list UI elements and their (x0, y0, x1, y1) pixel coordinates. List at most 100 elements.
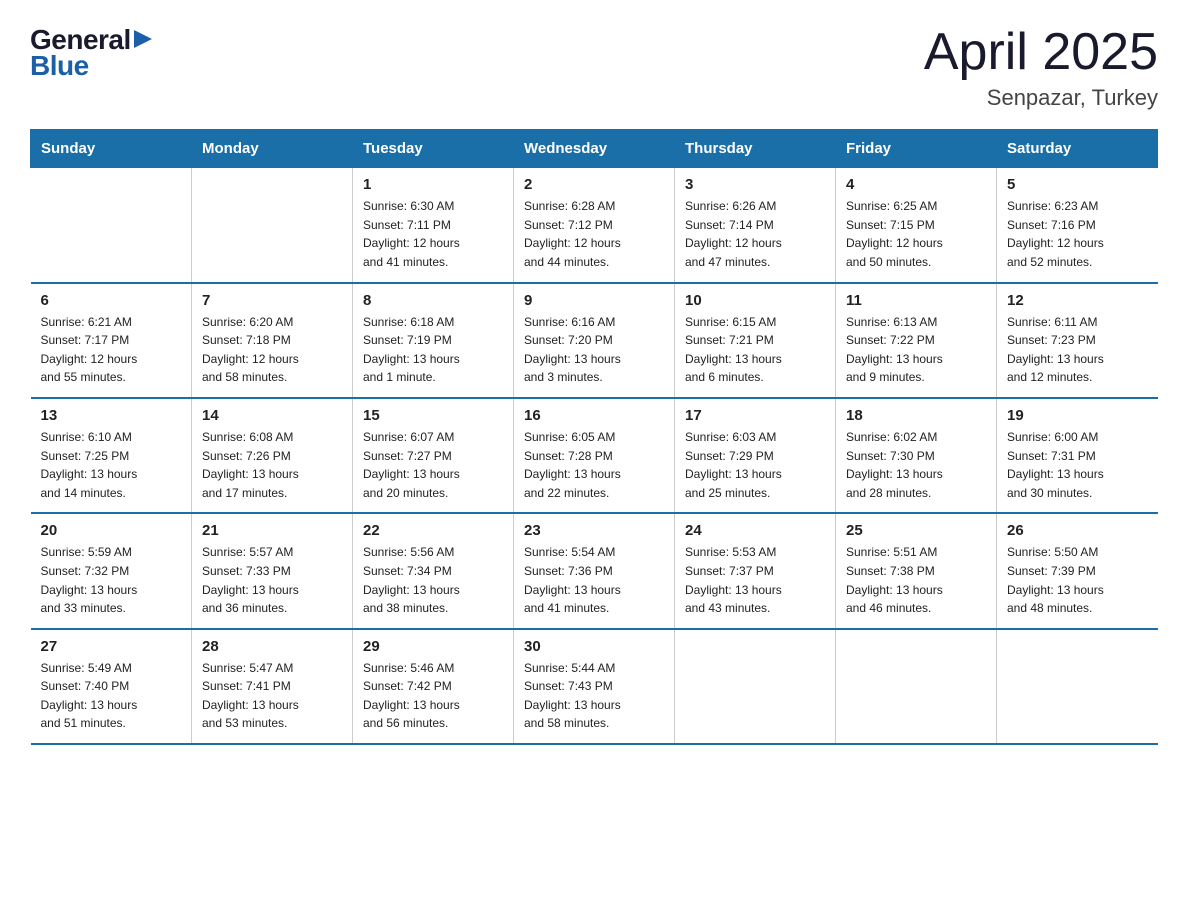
day-number: 1 (363, 176, 503, 193)
day-number: 23 (524, 522, 664, 539)
calendar-cell (675, 629, 836, 744)
calendar-cell: 15 Sunrise: 6:07 AM Sunset: 7:27 PM Dayli… (353, 398, 514, 513)
day-info: Sunrise: 5:57 AM Sunset: 7:33 PM Dayligh… (202, 543, 342, 617)
day-number: 10 (685, 292, 825, 309)
day-number: 12 (1007, 292, 1148, 309)
day-number: 14 (202, 407, 342, 424)
calendar-week-row: 6Sunrise: 6:21 AM Sunset: 7:17 PM Daylig… (31, 283, 1158, 398)
calendar-cell: 24Sunrise: 5:53 AM Sunset: 7:37 PM Dayli… (675, 513, 836, 628)
day-info: Sunrise: 5:46 AM Sunset: 7:42 PM Dayligh… (363, 659, 503, 733)
day-number: 19 (1007, 407, 1148, 424)
day-number: 4 (846, 176, 986, 193)
day-number: 13 (41, 407, 182, 424)
col-thursday: Thursday (675, 130, 836, 168)
day-info: Sunrise: 5:44 AM Sunset: 7:43 PM Dayligh… (524, 659, 664, 733)
calendar-cell: 11 Sunrise: 6:13 AM Sunset: 7:22 PM Dayli… (836, 283, 997, 398)
calendar-cell: 30 Sunrise: 5:44 AM Sunset: 7:43 PM Dayli… (514, 629, 675, 744)
day-number: 30 (524, 638, 664, 655)
logo-blue-text: Blue (30, 50, 152, 82)
col-tuesday: Tuesday (353, 130, 514, 168)
day-info: Sunrise: 6:11 AM Sunset: 7:23 PM Dayligh… (1007, 313, 1148, 387)
day-number: 28 (202, 638, 342, 655)
calendar-cell: 4 Sunrise: 6:25 AM Sunset: 7:15 PM Daylig… (836, 168, 997, 283)
day-number: 15 (363, 407, 503, 424)
calendar-cell: 1 Sunrise: 6:30 AM Sunset: 7:11 PM Daylig… (353, 168, 514, 283)
day-number: 27 (41, 638, 182, 655)
day-number: 20 (41, 522, 182, 539)
page-header: General Blue April 2025 Senpazar, Turkey (30, 24, 1158, 111)
calendar-cell: 19 Sunrise: 6:00 AM Sunset: 7:31 PM Dayli… (997, 398, 1158, 513)
location-subtitle: Senpazar, Turkey (924, 85, 1158, 111)
calendar-cell: 12 Sunrise: 6:11 AM Sunset: 7:23 PM Dayli… (997, 283, 1158, 398)
day-info: Sunrise: 6:03 AM Sunset: 7:29 PM Dayligh… (685, 428, 825, 502)
day-number: 2 (524, 176, 664, 193)
calendar-cell: 23 Sunrise: 5:54 AM Sunset: 7:36 PM Dayli… (514, 513, 675, 628)
day-info: Sunrise: 6:25 AM Sunset: 7:15 PM Dayligh… (846, 197, 986, 271)
day-info: Sunrise: 6:30 AM Sunset: 7:11 PM Dayligh… (363, 197, 503, 271)
day-info: Sunrise: 6:18 AM Sunset: 7:19 PM Dayligh… (363, 313, 503, 387)
logo: General Blue (30, 24, 152, 82)
calendar-cell: 20 Sunrise: 5:59 AM Sunset: 7:32 PM Dayli… (31, 513, 192, 628)
calendar-cell: 14 Sunrise: 6:08 AM Sunset: 7:26 PM Dayli… (192, 398, 353, 513)
calendar-cell: 27 Sunrise: 5:49 AM Sunset: 7:40 PM Dayli… (31, 629, 192, 744)
calendar-week-row: 27 Sunrise: 5:49 AM Sunset: 7:40 PM Dayli… (31, 629, 1158, 744)
day-info: Sunrise: 6:00 AM Sunset: 7:31 PM Dayligh… (1007, 428, 1148, 502)
day-number: 7 (202, 292, 342, 309)
calendar-cell: 10 Sunrise: 6:15 AM Sunset: 7:21 PM Dayli… (675, 283, 836, 398)
calendar-cell: 29 Sunrise: 5:46 AM Sunset: 7:42 PM Dayli… (353, 629, 514, 744)
day-info: Sunrise: 6:13 AM Sunset: 7:22 PM Dayligh… (846, 313, 986, 387)
day-number: 9 (524, 292, 664, 309)
day-number: 17 (685, 407, 825, 424)
day-info: Sunrise: 6:16 AM Sunset: 7:20 PM Dayligh… (524, 313, 664, 387)
day-info: Sunrise: 6:07 AM Sunset: 7:27 PM Dayligh… (363, 428, 503, 502)
day-number: 21 (202, 522, 342, 539)
calendar-cell: 6Sunrise: 6:21 AM Sunset: 7:17 PM Daylig… (31, 283, 192, 398)
calendar-cell: 9 Sunrise: 6:16 AM Sunset: 7:20 PM Daylig… (514, 283, 675, 398)
col-sunday: Sunday (31, 130, 192, 168)
day-number: 29 (363, 638, 503, 655)
calendar-cell: 13 Sunrise: 6:10 AM Sunset: 7:25 PM Dayli… (31, 398, 192, 513)
day-number: 8 (363, 292, 503, 309)
month-year-title: April 2025 (924, 24, 1158, 81)
calendar-table: Sunday Monday Tuesday Wednesday Thursday… (30, 129, 1158, 745)
day-number: 6 (41, 292, 182, 309)
calendar-cell: 17 Sunrise: 6:03 AM Sunset: 7:29 PM Dayli… (675, 398, 836, 513)
day-info: Sunrise: 6:08 AM Sunset: 7:26 PM Dayligh… (202, 428, 342, 502)
day-info: Sunrise: 5:50 AM Sunset: 7:39 PM Dayligh… (1007, 543, 1148, 617)
day-info: Sunrise: 5:53 AM Sunset: 7:37 PM Dayligh… (685, 543, 825, 617)
day-number: 22 (363, 522, 503, 539)
day-info: Sunrise: 5:47 AM Sunset: 7:41 PM Dayligh… (202, 659, 342, 733)
calendar-cell: 16Sunrise: 6:05 AM Sunset: 7:28 PM Dayli… (514, 398, 675, 513)
day-number: 11 (846, 292, 986, 309)
calendar-week-row: 13 Sunrise: 6:10 AM Sunset: 7:25 PM Dayli… (31, 398, 1158, 513)
col-wednesday: Wednesday (514, 130, 675, 168)
calendar-cell: 3Sunrise: 6:26 AM Sunset: 7:14 PM Daylig… (675, 168, 836, 283)
calendar-week-row: 20 Sunrise: 5:59 AM Sunset: 7:32 PM Dayli… (31, 513, 1158, 628)
calendar-cell: 21 Sunrise: 5:57 AM Sunset: 7:33 PM Dayli… (192, 513, 353, 628)
calendar-cell: 2 Sunrise: 6:28 AM Sunset: 7:12 PM Daylig… (514, 168, 675, 283)
calendar-cell: 22 Sunrise: 5:56 AM Sunset: 7:34 PM Dayli… (353, 513, 514, 628)
calendar-week-row: 1 Sunrise: 6:30 AM Sunset: 7:11 PM Daylig… (31, 168, 1158, 283)
calendar-cell: 25Sunrise: 5:51 AM Sunset: 7:38 PM Dayli… (836, 513, 997, 628)
day-info: Sunrise: 5:54 AM Sunset: 7:36 PM Dayligh… (524, 543, 664, 617)
day-info: Sunrise: 5:51 AM Sunset: 7:38 PM Dayligh… (846, 543, 986, 617)
day-info: Sunrise: 5:59 AM Sunset: 7:32 PM Dayligh… (41, 543, 182, 617)
col-friday: Friday (836, 130, 997, 168)
calendar-cell: 18 Sunrise: 6:02 AM Sunset: 7:30 PM Dayli… (836, 398, 997, 513)
day-info: Sunrise: 6:10 AM Sunset: 7:25 PM Dayligh… (41, 428, 182, 502)
calendar-cell (192, 168, 353, 283)
calendar-cell: 7Sunrise: 6:20 AM Sunset: 7:18 PM Daylig… (192, 283, 353, 398)
day-info: Sunrise: 6:28 AM Sunset: 7:12 PM Dayligh… (524, 197, 664, 271)
day-info: Sunrise: 5:56 AM Sunset: 7:34 PM Dayligh… (363, 543, 503, 617)
title-block: April 2025 Senpazar, Turkey (924, 24, 1158, 111)
day-info: Sunrise: 6:23 AM Sunset: 7:16 PM Dayligh… (1007, 197, 1148, 271)
col-saturday: Saturday (997, 130, 1158, 168)
day-number: 3 (685, 176, 825, 193)
day-info: Sunrise: 6:15 AM Sunset: 7:21 PM Dayligh… (685, 313, 825, 387)
day-number: 16 (524, 407, 664, 424)
day-info: Sunrise: 5:49 AM Sunset: 7:40 PM Dayligh… (41, 659, 182, 733)
calendar-cell: 26Sunrise: 5:50 AM Sunset: 7:39 PM Dayli… (997, 513, 1158, 628)
calendar-cell (836, 629, 997, 744)
day-number: 18 (846, 407, 986, 424)
day-info: Sunrise: 6:02 AM Sunset: 7:30 PM Dayligh… (846, 428, 986, 502)
